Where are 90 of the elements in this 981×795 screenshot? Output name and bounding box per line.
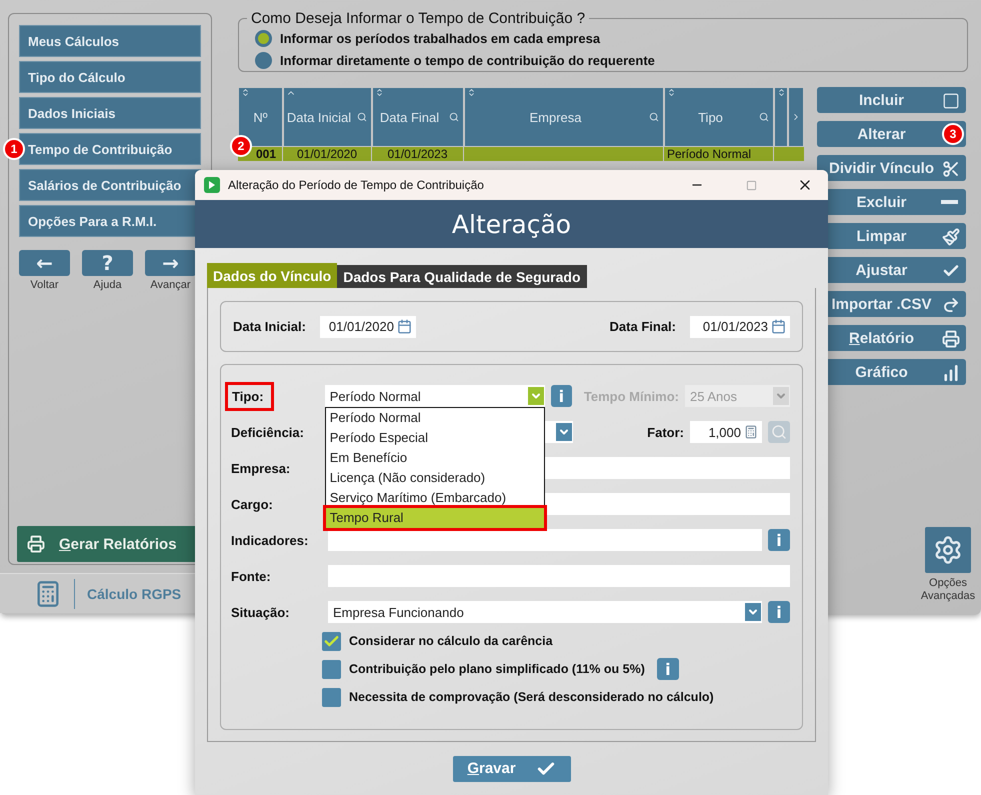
field-label: Fator: <box>647 424 684 440</box>
radio-button[interactable] <box>255 30 272 46</box>
checkbox[interactable] <box>322 688 341 706</box>
footer-text: Cálculo RGPS <box>87 586 182 602</box>
action-button[interactable]: Alterar 3 <box>817 121 966 147</box>
table-cell: Período Normal <box>664 147 774 161</box>
sidebar-item[interactable]: Tipo do Cálculo <box>19 61 201 93</box>
search-icon <box>449 112 459 122</box>
advanced-options-label: Opções Avançadas <box>920 577 976 603</box>
table-cell: 01/01/2023 <box>372 147 464 161</box>
sidebar-item[interactable]: Tempo de Contribuição <box>19 133 201 165</box>
info-button[interactable]: i <box>768 529 790 551</box>
sort-icon <box>467 88 476 97</box>
info-button[interactable]: i <box>768 601 790 623</box>
advanced-options-button[interactable] <box>925 527 971 573</box>
sort-icon <box>777 88 786 97</box>
step-badge: 3 <box>942 123 964 145</box>
brush-icon <box>942 228 960 246</box>
column-header[interactable]: Tipo <box>664 87 774 147</box>
column-header[interactable]: Data Final <box>372 87 464 147</box>
checkbox[interactable] <box>322 632 341 650</box>
printer-icon <box>27 535 45 553</box>
nav-button[interactable]: ? <box>82 250 133 276</box>
date-field[interactable]: 01/01/2020 <box>320 316 416 338</box>
field-label: Situação: <box>231 604 290 620</box>
calculator-icon <box>744 425 758 439</box>
input-field[interactable] <box>328 529 762 551</box>
action-button[interactable]: Dividir Vínculo <box>817 155 966 181</box>
field-label: Fonte: <box>231 568 271 584</box>
field-label: Data Inicial: <box>233 319 306 334</box>
column-header[interactable]: Data Inicial <box>283 87 372 147</box>
sort-icon <box>375 88 384 97</box>
sidebar-item[interactable]: Meus Cálculos <box>19 25 201 57</box>
header-title: Alteração <box>452 210 572 238</box>
scissors-icon <box>942 160 960 178</box>
step-badge: 2 <box>230 135 252 157</box>
column-header[interactable] <box>774 87 788 147</box>
nav-button[interactable]: ← <box>19 250 70 276</box>
nav-label: Avançar <box>150 279 191 291</box>
nav-label: Voltar <box>30 279 59 291</box>
tab[interactable]: Dados Para Qualidade de Segurado <box>337 265 587 288</box>
step-badge: 1 <box>3 138 25 160</box>
group-legend: Como Deseja Informar o Tempo de Contribuição ? <box>247 10 590 27</box>
app-icon <box>204 177 220 193</box>
field-label: Empresa: <box>231 460 290 476</box>
column-header[interactable]: Empresa <box>464 87 664 147</box>
field-label: Deficiência: <box>231 424 304 440</box>
sort-icon <box>241 88 250 97</box>
printer-icon <box>942 330 960 348</box>
field-label: Data Final: <box>610 319 676 334</box>
field-label: Cargo: <box>231 496 273 512</box>
curved-arrow-icon <box>942 296 960 314</box>
gears-icon <box>933 535 963 565</box>
sidebar-item[interactable]: Salários de Contribuição <box>19 169 201 201</box>
tab[interactable]: Dados do Vínculo <box>207 263 338 288</box>
window-title: Alteração do Período de Tempo de Contribuição <box>228 178 485 192</box>
radio-button[interactable] <box>255 52 272 68</box>
field-label: Indicadores: <box>231 532 308 548</box>
search-icon <box>759 112 769 122</box>
calendar-icon <box>771 319 786 334</box>
action-button[interactable]: Incluir <box>817 87 966 113</box>
dropdown-option[interactable]: Tempo Rural <box>326 508 544 528</box>
radio-label: Informar os períodos trabalhados em cada empresa <box>280 30 600 46</box>
bar-chart-icon <box>942 364 960 382</box>
checkbox-label: Contribuição pelo plano simplificado (11% ou 5%) <box>349 662 645 676</box>
scroll-right-button[interactable] <box>788 87 804 147</box>
save-button[interactable]: Gravar <box>452 756 570 782</box>
table-cell: 01/01/2020 <box>283 147 372 161</box>
factor-field[interactable]: 1,000 <box>690 421 762 443</box>
search-icon <box>649 112 659 122</box>
nav-label: Ajuda <box>93 279 122 291</box>
field-label: Tipo: <box>225 382 274 410</box>
status-select[interactable]: Empresa Funcionando <box>328 601 762 623</box>
calendar-icon <box>396 319 412 334</box>
checkbox-label: Necessita de comprovação (Será desconsiderado no cálculo) <box>349 690 714 704</box>
date-field[interactable]: 01/01/2023 <box>690 316 790 338</box>
search-icon <box>357 112 367 122</box>
checkbox[interactable] <box>322 660 341 678</box>
info-button[interactable]: i <box>656 658 679 680</box>
input-field[interactable] <box>328 565 790 587</box>
field-label: Tempo Mínimo: <box>584 388 679 404</box>
nav-button[interactable]: → <box>145 250 196 276</box>
info-button[interactable]: i <box>550 385 572 407</box>
minus-icon <box>941 200 958 204</box>
square-icon <box>942 92 960 110</box>
checkbox-label: Considerar no cálculo da carência <box>349 634 553 648</box>
sidebar-item[interactable]: Dados Iniciais <box>19 97 201 129</box>
radio-label: Informar diretamente o tempo de contribuição do requerente <box>280 52 655 68</box>
maximize-icon[interactable] <box>746 180 756 190</box>
sort-icon <box>667 88 676 97</box>
